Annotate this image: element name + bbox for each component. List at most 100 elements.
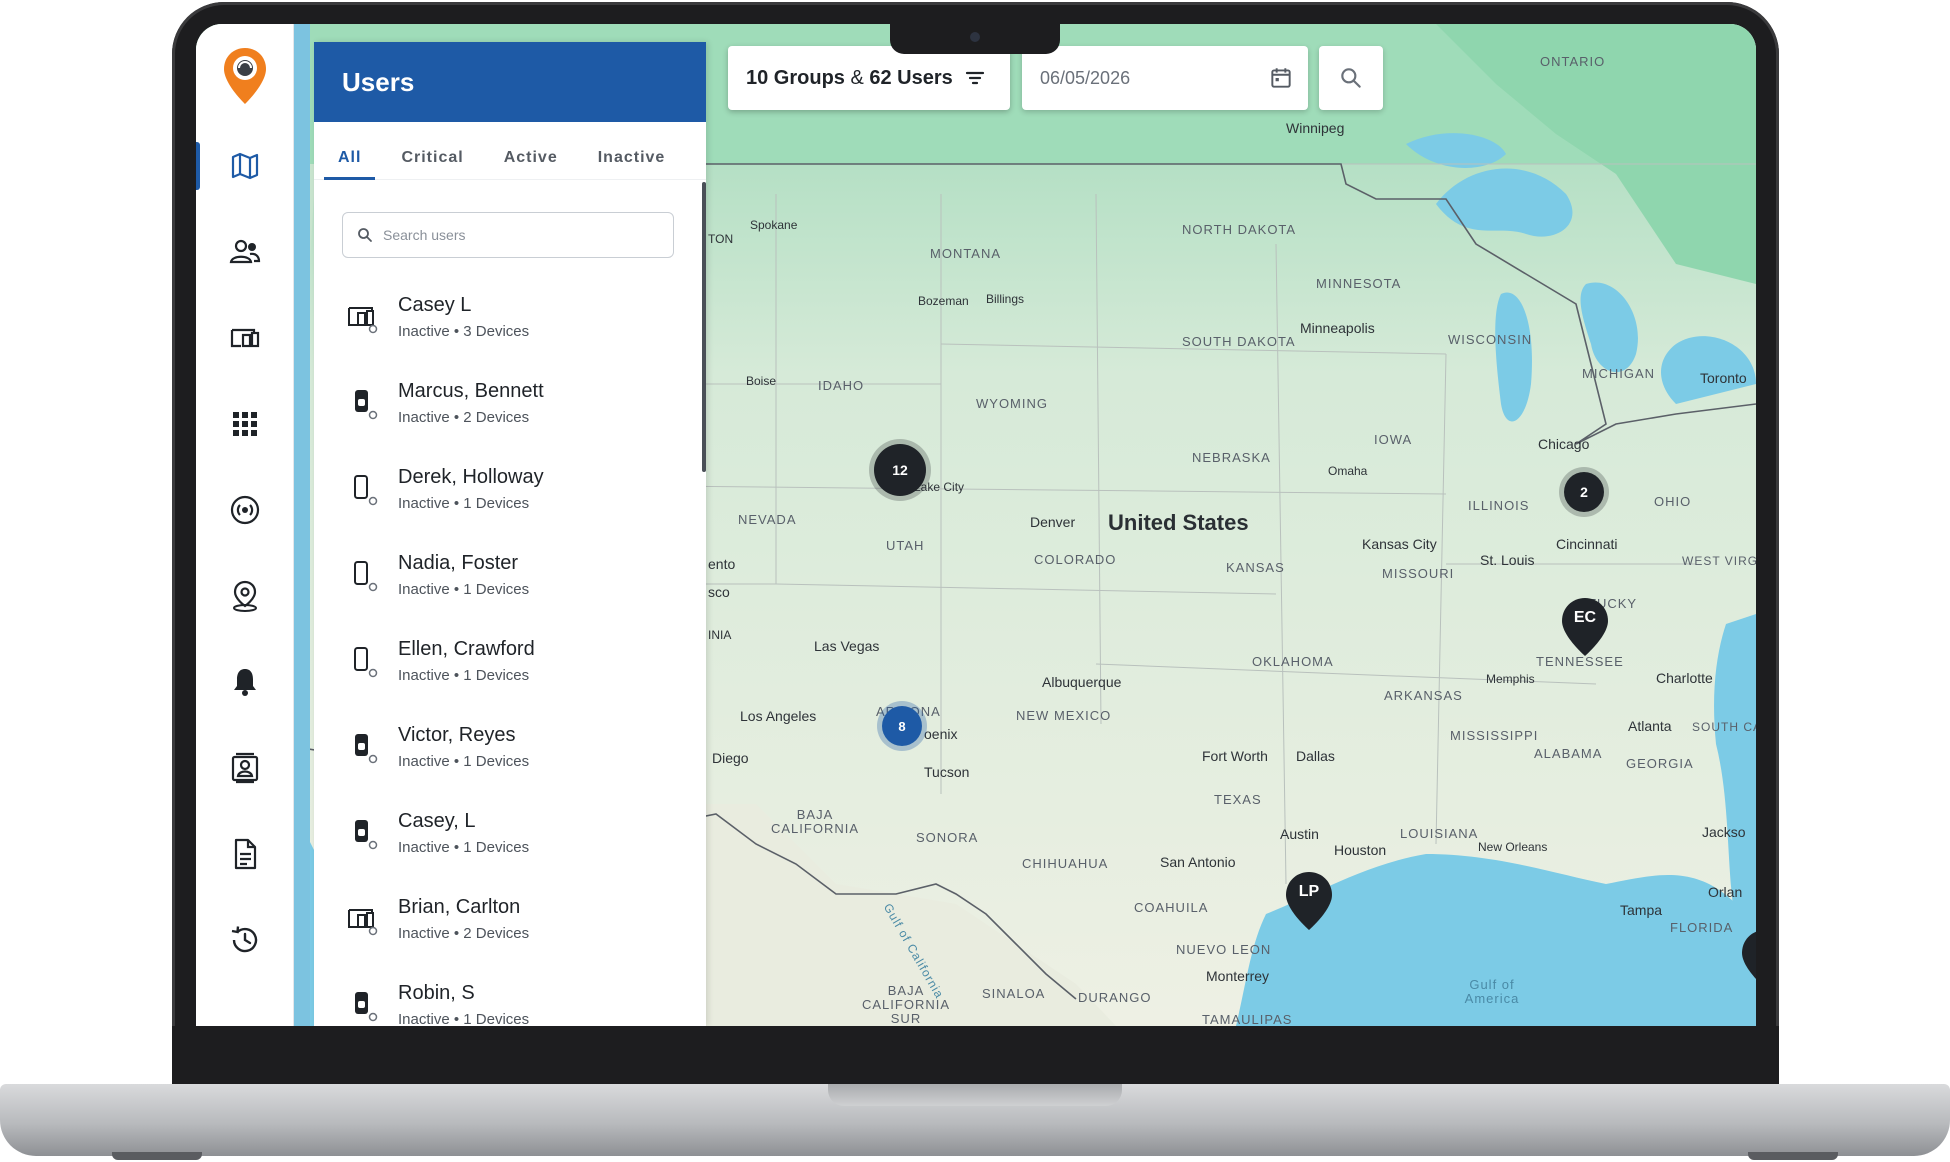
phone-icon <box>344 643 380 679</box>
map-city-label: ento <box>708 556 736 572</box>
map-region-label: WISCONSIN <box>1448 332 1533 347</box>
map-city-label: Bozeman <box>918 294 969 308</box>
map-region-label: NEVADA <box>738 512 797 527</box>
map-country-label: United States <box>1108 510 1249 535</box>
nav-item-devices[interactable] <box>196 308 294 368</box>
tracker-device-icon <box>344 729 380 765</box>
user-list-item[interactable]: Robin, S Inactive • 1 Devices <box>314 962 706 1026</box>
user-status: Inactive • 1 Devices <box>398 1011 530 1026</box>
user-search-input[interactable] <box>383 227 663 243</box>
camera-notch <box>890 24 1060 54</box>
map-user-pin[interactable]: N <box>1742 930 1756 988</box>
user-list-item[interactable]: Marcus, Bennett Inactive • 2 Devices <box>314 360 706 446</box>
map-city-label: Orlan <box>1708 884 1743 900</box>
tab-critical[interactable]: Critical <box>379 149 481 179</box>
map-region-label: KANSAS <box>1226 560 1285 575</box>
user-list-item[interactable]: Casey, L Inactive • 1 Devices <box>314 790 706 876</box>
user-search-box[interactable] <box>342 212 674 258</box>
map-cluster-marker[interactable]: 8 <box>882 706 922 746</box>
map-search-button[interactable] <box>1319 46 1383 110</box>
map-city-label: Memphis <box>1486 672 1535 686</box>
map-city-label: Cincinnati <box>1556 536 1618 552</box>
nav-item-geofence[interactable] <box>196 566 294 626</box>
user-filter-tabs: All Critical Active Inactive <box>314 122 706 180</box>
map-city-label: Winnipeg <box>1286 120 1345 136</box>
user-list-item[interactable]: Casey L Inactive • 3 Devices <box>314 274 706 360</box>
nav-item-map[interactable] <box>196 136 294 196</box>
map-region-label: OKLAHOMA <box>1252 654 1334 669</box>
users-panel-header: Users <box>314 42 706 122</box>
map-cluster-marker[interactable]: 2 <box>1564 472 1604 512</box>
nav-item-history[interactable] <box>196 910 294 970</box>
map-city-label: Diego <box>712 750 749 766</box>
panel-divider-band <box>294 24 310 1026</box>
devices-icon <box>230 328 260 348</box>
groups-users-filter-button[interactable]: 10 Groups & 62 Users <box>728 46 1010 110</box>
map-region-label: CHIHUAHUA <box>1022 856 1109 871</box>
nav-item-apps[interactable] <box>196 394 294 454</box>
tab-all[interactable]: All <box>320 149 379 180</box>
map-city-label: Chicago <box>1538 436 1590 452</box>
map-cluster-marker[interactable]: 12 <box>874 444 926 496</box>
tab-inactive[interactable]: Inactive <box>576 149 684 179</box>
map-region-label: TENNESSEE <box>1536 654 1624 669</box>
calendar-icon[interactable] <box>1268 65 1294 91</box>
date-picker-field[interactable] <box>1022 46 1308 110</box>
map-region-label: NORTH DAKOTA <box>1182 222 1297 237</box>
map-city-label: St. Louis <box>1480 552 1535 568</box>
map-city-label: San Antonio <box>1160 854 1236 870</box>
map-region-label: NEBRASKA <box>1192 450 1271 465</box>
nav-item-contacts[interactable] <box>196 738 294 798</box>
user-status: Inactive • 1 Devices <box>398 495 530 512</box>
user-list-item[interactable]: Derek, Holloway Inactive • 1 Devices <box>314 446 706 532</box>
user-name: Ellen, Crawford <box>398 638 535 660</box>
user-list-item[interactable]: Nadia, Foster Inactive • 1 Devices <box>314 532 706 618</box>
laptop-foot <box>1748 1152 1838 1160</box>
user-status: Inactive • 2 Devices <box>398 409 530 426</box>
map-region-label: SOUTH DAKOTA <box>1182 334 1296 349</box>
user-status: Inactive • 1 Devices <box>398 667 530 684</box>
map-region-label: LOUISIANA <box>1400 826 1479 841</box>
map-region-label: FLORIDA <box>1670 920 1734 935</box>
map-city-label: Albuquerque <box>1042 674 1122 690</box>
map-city-label: INIA <box>708 628 732 642</box>
map-region-label: COAHUILA <box>1134 900 1209 915</box>
history-icon <box>231 926 258 953</box>
map-user-pin[interactable]: LP <box>1286 872 1332 930</box>
date-input[interactable] <box>1040 67 1250 89</box>
panel-title: Users <box>342 66 415 97</box>
broadcast-icon <box>230 495 260 525</box>
map-city-label: Dallas <box>1296 748 1335 764</box>
map-region-label: WEST VIRGINIA <box>1682 554 1756 568</box>
nav-item-alerts[interactable] <box>196 652 294 712</box>
tab-active[interactable]: Active <box>482 149 576 179</box>
map-city-label: oenix <box>924 726 958 742</box>
user-status: Inactive • 1 Devices <box>398 581 530 598</box>
user-list-item[interactable]: Brian, Carlton Inactive • 2 Devices <box>314 876 706 962</box>
map-region-label: SINALOA <box>982 986 1046 1001</box>
map-region-label: ARKANSAS <box>1384 688 1463 703</box>
map-region-label: BAJA CALIFORNIA <box>770 807 859 836</box>
map-city-label: Las Vegas <box>814 638 880 654</box>
pin-label: N <box>1742 941 1756 959</box>
map-city-label: sco <box>708 584 730 600</box>
map-city-label: Charlotte <box>1656 670 1713 686</box>
map-region-label: MISSOURI <box>1382 566 1455 581</box>
nav-item-reports[interactable] <box>196 824 294 884</box>
map-icon <box>231 152 259 180</box>
map-region-label: MINNESOTA <box>1316 276 1402 291</box>
phone-icon <box>344 471 380 507</box>
map-region-label: BAJA CALIFORNIA SUR <box>861 983 950 1026</box>
map-region-label: COLORADO <box>1034 552 1117 567</box>
user-status: Inactive • 1 Devices <box>398 839 530 856</box>
bell-icon <box>234 669 256 696</box>
user-name: Casey, L <box>398 810 476 832</box>
map-user-pin[interactable]: EC <box>1562 598 1608 656</box>
nav-item-users[interactable] <box>196 222 294 282</box>
user-list-item[interactable]: Victor, Reyes Inactive • 1 Devices <box>314 704 706 790</box>
user-status: Inactive • 1 Devices <box>398 753 530 770</box>
map-city-label: Billings <box>986 292 1025 306</box>
user-list-item[interactable]: Ellen, Crawford Inactive • 1 Devices <box>314 618 706 704</box>
grid-icon <box>233 412 257 436</box>
nav-item-broadcast[interactable] <box>196 480 294 540</box>
